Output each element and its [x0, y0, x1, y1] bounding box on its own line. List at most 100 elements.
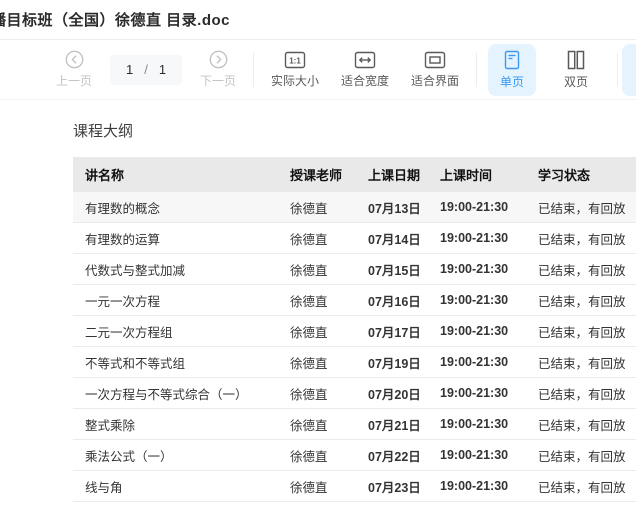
- column-header: 授课老师: [290, 165, 368, 184]
- table-row: 有理数的概念徐德直07月13日19:00-21:30已结束，有回放: [73, 192, 636, 223]
- next-page-label: 下一页: [200, 72, 236, 89]
- double-page-label: 双页: [564, 73, 588, 90]
- table-cell: 有理数的概念: [73, 198, 290, 217]
- table-cell: 已结束，有回放: [538, 229, 636, 248]
- table-cell: 徐德直: [290, 291, 368, 310]
- double-page-button[interactable]: 双页: [546, 44, 606, 96]
- table-cell: 07月14日: [368, 229, 440, 248]
- column-header: 学习状态: [538, 165, 636, 184]
- table-row: 二元一次方程组徐德直07月17日19:00-21:30已结束，有回放: [73, 316, 636, 347]
- one-to-one-icon: 1:1: [284, 51, 306, 69]
- table-cell: 已结束，有回放: [538, 477, 636, 496]
- table-cell: 19:00-21:30: [440, 200, 538, 214]
- table-row: 一元一次方程徐德直07月16日19:00-21:30已结束，有回放: [73, 285, 636, 316]
- table-cell: 07月19日: [368, 353, 440, 372]
- horizontal-arrows-box-icon: [354, 51, 376, 69]
- table-cell: 徐德直: [290, 477, 368, 496]
- single-page-button[interactable]: 单页: [488, 44, 536, 96]
- table-row: 线与角徐德直07月23日19:00-21:30已结束，有回放: [73, 471, 636, 502]
- table-cell: 19:00-21:30: [440, 231, 538, 245]
- svg-text:1:1: 1:1: [289, 56, 301, 65]
- next-page-button[interactable]: 下一页: [194, 44, 242, 96]
- table-cell: 已结束，有回放: [538, 198, 636, 217]
- table-cell: 已结束，有回放: [538, 260, 636, 279]
- column-header: 上课时间: [440, 165, 538, 184]
- table-cell: 一元一次方程: [73, 291, 290, 310]
- table-header-row: 讲名称授课老师上课日期上课时间学习状态: [73, 157, 636, 192]
- section-title: 课程大纲: [73, 120, 636, 141]
- table-cell: 07月20日: [368, 384, 440, 403]
- actual-size-label: 实际大小: [271, 72, 319, 89]
- table-cell: 19:00-21:30: [440, 324, 538, 338]
- table-cell: 徐德直: [290, 446, 368, 465]
- table-cell: 已结束，有回放: [538, 322, 636, 341]
- course-table: 讲名称授课老师上课日期上课时间学习状态 有理数的概念徐德直07月13日19:00…: [73, 157, 636, 502]
- prev-page-label: 上一页: [56, 72, 92, 89]
- table-cell: 07月22日: [368, 446, 440, 465]
- single-page-label: 单页: [500, 73, 524, 90]
- toolbar-divider: [617, 53, 618, 87]
- table-row: 一次方程与不等式综合（一）徐德直07月20日19:00-21:30已结束，有回放: [73, 378, 636, 409]
- table-cell: 已结束，有回放: [538, 415, 636, 434]
- fit-screen-button[interactable]: 适合界面: [405, 44, 465, 96]
- table-cell: 07月23日: [368, 477, 440, 496]
- fit-screen-label: 适合界面: [411, 72, 459, 89]
- title-bar: 播目标班（全国）徐德直 目录.doc: [0, 0, 636, 40]
- table-cell: 已结束，有回放: [538, 353, 636, 372]
- table-cell: 19:00-21:30: [440, 417, 538, 431]
- actual-size-button[interactable]: 1:1 实际大小: [265, 44, 325, 96]
- table-cell: 07月17日: [368, 322, 440, 341]
- toolbar-divider: [253, 53, 254, 87]
- table-row: 有理数的运算徐德直07月14日19:00-21:30已结束，有回放: [73, 223, 636, 254]
- table-cell: 07月13日: [368, 198, 440, 217]
- page-separator: /: [144, 62, 148, 77]
- table-cell: 07月21日: [368, 415, 440, 434]
- table-row: 代数式与整式加减徐德直07月15日19:00-21:30已结束，有回放: [73, 254, 636, 285]
- double-page-icon: [565, 50, 587, 70]
- column-header: 讲名称: [73, 165, 290, 184]
- table-cell: 徐德直: [290, 353, 368, 372]
- table-cell: 已结束，有回放: [538, 446, 636, 465]
- chevron-left-circle-icon: [65, 50, 84, 69]
- table-cell: 已结束，有回放: [538, 384, 636, 403]
- single-page-icon: [504, 50, 520, 70]
- table-cell: 二元一次方程组: [73, 322, 290, 341]
- toolbar-divider: [476, 53, 477, 87]
- table-cell: 徐德直: [290, 384, 368, 403]
- page-indicator[interactable]: 1 / 1: [110, 55, 182, 85]
- table-cell: 已结束，有回放: [538, 291, 636, 310]
- table-cell: 徐德直: [290, 260, 368, 279]
- monitor-box-icon: [424, 51, 446, 69]
- table-cell: 有理数的运算: [73, 229, 290, 248]
- table-cell: 一次方程与不等式综合（一）: [73, 384, 290, 403]
- fit-width-button[interactable]: 适合宽度: [335, 44, 395, 96]
- table-cell: 线与角: [73, 477, 290, 496]
- table-row: 整式乘除徐德直07月21日19:00-21:30已结束，有回放: [73, 409, 636, 440]
- table-cell: 徐德直: [290, 198, 368, 217]
- table-cell: 代数式与整式加减: [73, 260, 290, 279]
- table-cell: 07月15日: [368, 260, 440, 279]
- table-cell: 19:00-21:30: [440, 448, 538, 462]
- page-total: 1: [159, 62, 166, 77]
- table-cell: 徐德直: [290, 322, 368, 341]
- table-cell: 整式乘除: [73, 415, 290, 434]
- prev-page-button[interactable]: 上一页: [50, 44, 98, 96]
- page-current: 1: [126, 62, 133, 77]
- table-cell: 19:00-21:30: [440, 386, 538, 400]
- table-row: 乘法公式（一）徐德直07月22日19:00-21:30已结束，有回放: [73, 440, 636, 471]
- table-cell: 19:00-21:30: [440, 262, 538, 276]
- table-cell: 乘法公式（一）: [73, 446, 290, 465]
- table-row: 不等式和不等式组徐德直07月19日19:00-21:30已结束，有回放: [73, 347, 636, 378]
- table-cell: 19:00-21:30: [440, 355, 538, 369]
- fit-width-label: 适合宽度: [341, 72, 389, 89]
- chevron-right-circle-icon: [209, 50, 228, 69]
- toolbar: 上一页 1 / 1 下一页 1:1 实际大小: [0, 40, 636, 100]
- table-cell: 19:00-21:30: [440, 479, 538, 493]
- table-body: 有理数的概念徐德直07月13日19:00-21:30已结束，有回放有理数的运算徐…: [73, 192, 636, 502]
- table-cell: 徐德直: [290, 415, 368, 434]
- table-cell: 07月16日: [368, 291, 440, 310]
- scroll-mode-button-partial[interactable]: [622, 44, 636, 96]
- table-cell: 19:00-21:30: [440, 293, 538, 307]
- column-header: 上课日期: [368, 165, 440, 184]
- document-viewer: 课程大纲 讲名称授课老师上课日期上课时间学习状态 有理数的概念徐德直07月13日…: [0, 100, 636, 502]
